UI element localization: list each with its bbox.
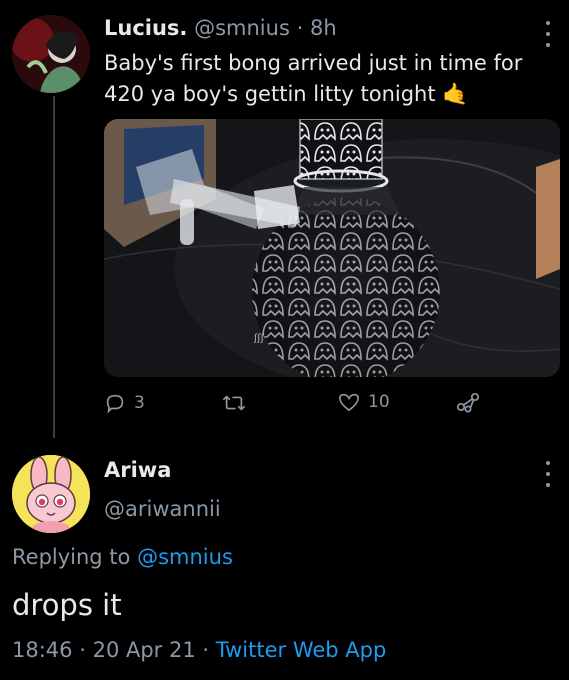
- tweet2-more-vertical-icon[interactable]: [545, 461, 551, 487]
- tweet1-media-image[interactable]: ʃʃʃ: [104, 119, 560, 377]
- tweet2-author-name[interactable]: Ariwa: [104, 458, 171, 482]
- call-me-hand-emoji: 🤙: [442, 82, 469, 106]
- like-icon: [339, 393, 359, 412]
- retweet-icon: [223, 395, 245, 411]
- reply-count: 3: [134, 393, 145, 413]
- replying-to-label: Replying to: [12, 545, 131, 569]
- tweet1-author-handle[interactable]: @smnius: [194, 16, 290, 40]
- share-button[interactable]: [456, 392, 480, 414]
- svg-text:ʃʃʃ: ʃʃʃ: [253, 333, 265, 344]
- share-icon: [456, 392, 480, 413]
- tweet2-separator-1: ·: [79, 638, 86, 662]
- avatar-ariwa[interactable]: [12, 455, 90, 533]
- tweet1-timestamp[interactable]: 8h: [310, 16, 337, 40]
- tweet2-text: drops it: [12, 588, 122, 622]
- tweet1-text-line1: Baby's first bong arrived just in time f…: [104, 51, 523, 75]
- reply-button[interactable]: 3: [104, 392, 145, 414]
- tweet1-text-line2-wrap: 420 ya boy's gettin litty tonight 🤙: [104, 79, 554, 110]
- avatar-lucius[interactable]: [12, 15, 90, 93]
- tweet1-action-bar: 3 10: [104, 392, 560, 420]
- tweet2-metadata: 18:46 · 20 Apr 21 · Twitter Web App: [12, 638, 386, 662]
- retweet-button[interactable]: [222, 392, 254, 414]
- replying-to-handle-link[interactable]: @smnius: [137, 545, 233, 569]
- tweet1-more-vertical-icon[interactable]: [545, 21, 551, 47]
- tweet2-separator-2: ·: [202, 638, 210, 662]
- thread-connector-line: [53, 96, 55, 438]
- tweet1-separator: ·: [296, 16, 304, 40]
- tweet1-text-line2: 420 ya boy's gettin litty tonight: [104, 82, 436, 106]
- replying-to-line: Replying to @smnius: [12, 545, 233, 569]
- reply-icon: [106, 394, 124, 414]
- like-button[interactable]: 10: [338, 392, 390, 412]
- tweet2-author-handle[interactable]: @ariwannii: [104, 497, 221, 521]
- tweet2-time[interactable]: 18:46: [12, 638, 73, 662]
- tweet1-text: Baby's first bong arrived just in time f…: [104, 48, 554, 110]
- like-count: 10: [368, 392, 390, 412]
- tweet1-author-name[interactable]: Lucius.: [104, 16, 187, 40]
- tweet2-source-link[interactable]: Twitter Web App: [216, 638, 387, 662]
- tweet1-header: Lucius. @smnius · 8h: [104, 16, 337, 40]
- tweet2-date[interactable]: 20 Apr 21: [93, 638, 196, 662]
